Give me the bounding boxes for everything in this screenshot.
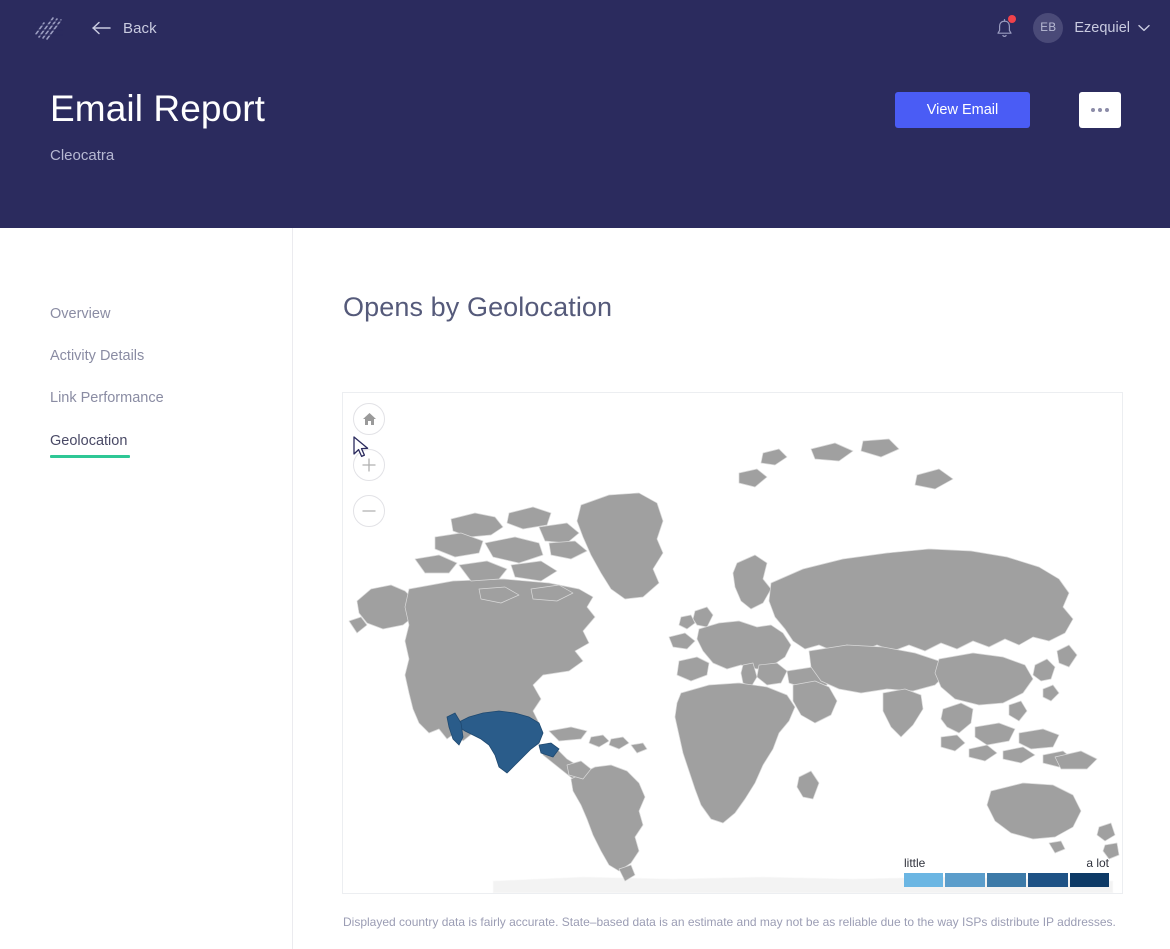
section-title: Opens by Geolocation xyxy=(343,292,613,322)
dot xyxy=(1091,108,1095,112)
more-options-button[interactable] xyxy=(1079,92,1121,128)
dot xyxy=(1105,108,1109,112)
top-navigation-bar: Back EB Ezequiel xyxy=(0,0,1170,56)
report-sidebar: Overview Activity Details Link Performan… xyxy=(0,228,293,949)
notifications-button[interactable] xyxy=(987,11,1021,45)
home-icon[interactable] xyxy=(353,403,385,435)
geolocation-map-card[interactable]: little a lot xyxy=(342,392,1123,894)
dot xyxy=(1098,108,1102,112)
arrow-left-icon xyxy=(92,21,111,35)
plus-icon[interactable] xyxy=(353,449,385,481)
sidebar-active-indicator xyxy=(50,455,130,458)
page-content: Overview Activity Details Link Performan… xyxy=(0,228,1170,949)
sidebar-item-link-performance[interactable]: Link Performance xyxy=(50,390,164,406)
page-subtitle: Cleocatra xyxy=(50,147,115,164)
chevron-down-icon[interactable] xyxy=(1138,24,1150,32)
sidebar-item-overview[interactable]: Overview xyxy=(50,306,110,322)
legend-labels: little a lot xyxy=(904,856,1109,870)
sidebar-item-activity-details[interactable]: Activity Details xyxy=(50,348,144,364)
sidebar-item-geolocation[interactable]: Geolocation xyxy=(50,433,127,449)
legend-swatch-4 xyxy=(1028,873,1068,887)
feather-logo-icon[interactable] xyxy=(33,13,65,43)
minus-icon[interactable] xyxy=(353,495,385,527)
map-legend: little a lot xyxy=(904,856,1110,887)
back-label: Back xyxy=(123,19,157,37)
legend-swatch-1 xyxy=(904,873,944,887)
page-header: Back EB Ezequiel Email Report Cleocatra … xyxy=(0,0,1170,228)
legend-high-label: a lot xyxy=(1086,856,1109,870)
user-menu-area: EB Ezequiel xyxy=(987,11,1150,45)
main-panel: Opens by Geolocation little a lot Displa… xyxy=(293,228,1170,949)
legend-swatch-3 xyxy=(986,873,1027,887)
legend-swatch-2 xyxy=(945,873,985,887)
world-map[interactable] xyxy=(343,393,1122,893)
user-name-label[interactable]: Ezequiel xyxy=(1074,20,1130,36)
map-disclaimer: Displayed country data is fairly accurat… xyxy=(343,915,1116,929)
back-button[interactable]: Back xyxy=(92,14,157,42)
notification-badge-dot xyxy=(1008,15,1017,23)
view-email-button[interactable]: View Email xyxy=(895,92,1030,128)
legend-low-label: little xyxy=(904,856,926,870)
map-zoom-controls xyxy=(353,403,387,541)
avatar[interactable]: EB xyxy=(1033,13,1064,43)
page-title: Email Report xyxy=(50,88,266,129)
legend-color-scale xyxy=(904,873,1110,887)
legend-swatch-5 xyxy=(1069,873,1110,887)
